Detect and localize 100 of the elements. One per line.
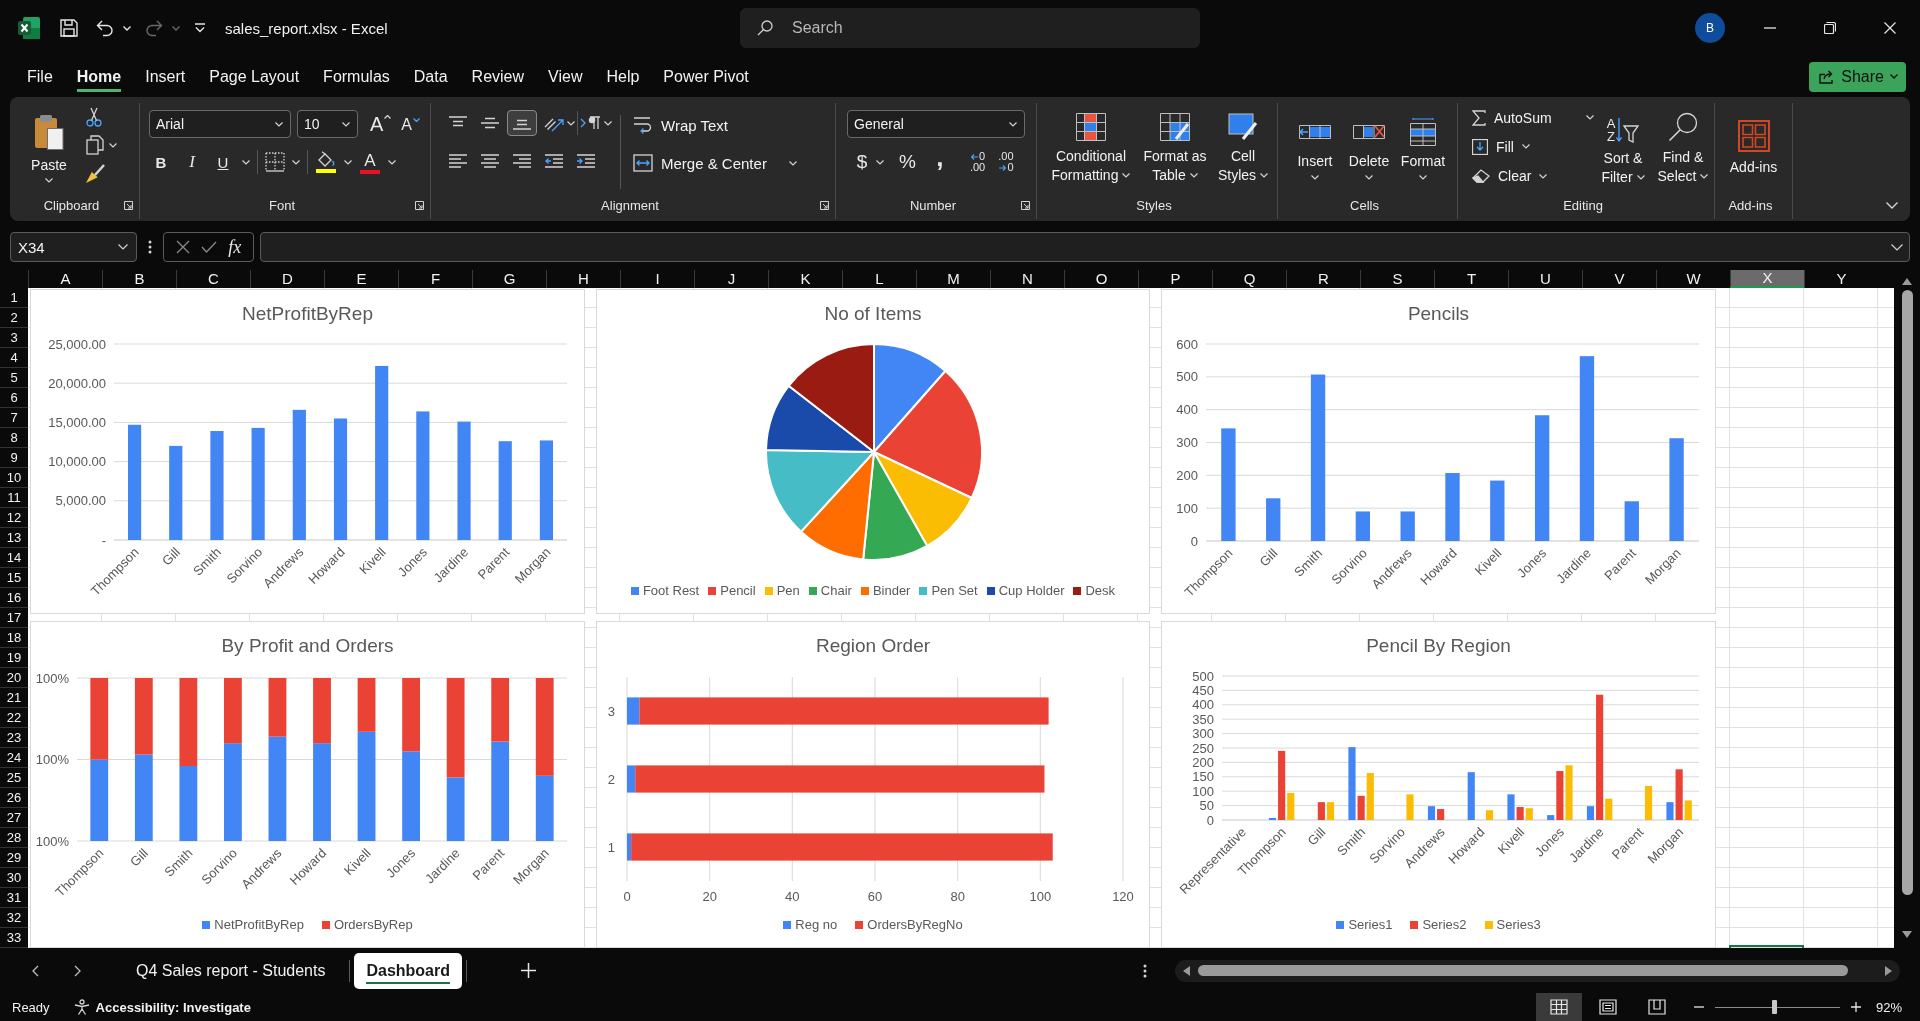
down-arrow-icon[interactable] [1902, 931, 1912, 938]
grid-view-icon[interactable] [1535, 993, 1582, 1021]
scissors-icon[interactable] [86, 107, 102, 127]
sort-filter-button[interactable]: A Z Sort & Filter [1596, 103, 1650, 191]
plus-icon[interactable] [521, 963, 536, 978]
restore-icon[interactable] [1824, 22, 1836, 34]
shrink-font-button[interactable]: A [401, 110, 420, 138]
fill-button[interactable]: Fill [1472, 139, 1530, 155]
chart-card[interactable]: Region Order 0 20 40 60 80 100 120 3 2 1 Reg no OrdersByRegNo [596, 621, 1150, 948]
more-options-icon[interactable] [1143, 963, 1147, 978]
slider-thumb[interactable] [1771, 1000, 1777, 1014]
axis-label: 15,000.00 [48, 414, 106, 430]
right-chevron-icon[interactable] [74, 964, 81, 977]
text-direction-icon[interactable] [580, 116, 602, 130]
decrease-decimal-button[interactable]: .00 0 [998, 151, 1014, 173]
ribbon-tab[interactable]: View [548, 61, 583, 92]
documents-icon[interactable] [86, 135, 104, 155]
bold-button[interactable]: B [149, 148, 173, 176]
paint-bucket-icon[interactable] [315, 151, 337, 173]
ribbon-tab[interactable]: Home [76, 61, 122, 92]
borders-icon[interactable] [265, 152, 285, 172]
left-arrow-icon[interactable] [1183, 965, 1190, 976]
delete-button[interactable]: Delete [1343, 103, 1395, 191]
ribbon-tab[interactable]: Review [471, 61, 525, 92]
legend-label: Reg no [795, 917, 838, 933]
ribbon-tab[interactable]: Formulas [323, 61, 390, 92]
decrease-indent-icon[interactable] [545, 154, 563, 168]
accessibility-button[interactable]: Accessibility: Investigate [73, 999, 251, 1015]
ribbon-tab[interactable]: Help [606, 61, 640, 92]
paste-button[interactable]: Paste [22, 103, 76, 191]
cell-styles-button[interactable]: Cell Styles [1215, 103, 1271, 191]
dropdown-icon[interactable] [194, 23, 206, 33]
font-size-field[interactable]: 10 [297, 110, 358, 138]
more-options-icon[interactable] [148, 240, 152, 254]
name-box[interactable]: X34 [10, 232, 137, 262]
cross-icon[interactable] [175, 240, 190, 254]
scrollbar-track[interactable] [1175, 959, 1900, 982]
plus-icon[interactable] [1850, 1002, 1861, 1012]
scrollbar-thumb[interactable] [1198, 965, 1848, 976]
share-button[interactable]: Share [1809, 61, 1906, 92]
conditional-formatting-button[interactable]: Conditional Formatting [1047, 103, 1135, 191]
page-view-icon[interactable] [1598, 999, 1617, 1015]
launcher-icon[interactable] [820, 201, 829, 211]
align-middle-icon[interactable] [481, 116, 499, 130]
launcher-icon[interactable] [1021, 201, 1030, 211]
undo-icon[interactable] [96, 19, 114, 37]
ribbon-tab[interactable]: File [27, 61, 53, 92]
close-icon[interactable] [1884, 22, 1896, 34]
caret-icon [1122, 173, 1131, 179]
format-button[interactable]: Format [1397, 103, 1449, 191]
insert-button[interactable]: Insert [1289, 103, 1341, 191]
sort-letters: A Z [1606, 116, 1616, 143]
ribbon-tab[interactable]: Data [413, 61, 448, 92]
insert-function-button[interactable]: fx [228, 236, 242, 258]
add-ins-button[interactable]: Add-ins [1729, 103, 1778, 191]
zoom-percent[interactable]: 92% [1875, 999, 1902, 1015]
autosum-button[interactable]: AutoSum [1472, 109, 1552, 126]
percent-button[interactable]: % [899, 148, 916, 176]
launcher-icon[interactable] [415, 201, 424, 211]
formula-input-field[interactable] [260, 232, 1910, 262]
format-as-table-button[interactable]: Format as Table [1139, 103, 1211, 191]
clear-button[interactable]: Clear [1472, 168, 1548, 185]
column-header[interactable]: X [1730, 270, 1804, 288]
ribbon-tab[interactable]: Page Layout [209, 61, 300, 92]
align-right-icon[interactable] [513, 154, 531, 168]
paintbrush-icon[interactable] [86, 163, 106, 183]
font-name-field[interactable]: Arial [149, 110, 291, 138]
sheet-tab[interactable]: Q4 Sales report - Students [116, 952, 346, 989]
underline-button[interactable]: U [211, 148, 235, 176]
align-left-icon[interactable] [449, 154, 467, 168]
spreadsheet-logo-icon[interactable] [18, 17, 40, 39]
launcher-icon[interactable] [124, 200, 133, 210]
grow-font-button[interactable]: A [370, 110, 392, 138]
check-icon[interactable] [201, 241, 217, 253]
align-bottom-icon[interactable] [507, 110, 537, 136]
save-icon[interactable] [60, 19, 78, 37]
account-avatar[interactable]: B [1695, 13, 1725, 43]
page-break-view-icon[interactable] [1647, 999, 1666, 1015]
currency-button[interactable]: $ [855, 148, 869, 176]
right-arrow-icon[interactable] [1885, 965, 1892, 976]
left-chevron-icon[interactable] [32, 964, 39, 977]
sheet-tab[interactable]: Dashboard [354, 952, 462, 989]
ribbon-tab[interactable]: Insert [145, 61, 186, 92]
ribbon-tab[interactable]: Power Pivot [663, 61, 749, 92]
cell-grid[interactable] [28, 288, 1894, 948]
increase-decimal-button[interactable]: 0 .00 [969, 151, 986, 173]
wrap-text-button[interactable]: Wrap Text [633, 111, 797, 139]
up-arrow-icon[interactable] [1902, 278, 1912, 285]
minus-icon[interactable] [1693, 1006, 1704, 1008]
scrollbar-thumb[interactable] [1901, 290, 1913, 895]
chart-card[interactable]: No of Items Foot Rest Pencil Pen Chair Binder Pen Set Cup Holder Desk [596, 289, 1150, 614]
align-center-icon[interactable] [481, 154, 499, 168]
font-color-button[interactable]: A [359, 148, 381, 176]
search-field[interactable]: Search [740, 8, 1200, 48]
increase-indent-icon[interactable] [577, 154, 595, 168]
find-select-button[interactable]: Find & Select [1654, 103, 1712, 191]
comma-style-button[interactable]: , [932, 148, 947, 176]
number-format-field[interactable]: General [847, 110, 1025, 138]
italic-button[interactable]: I [180, 148, 204, 176]
merge-center-button[interactable]: Merge & Center [633, 149, 797, 177]
